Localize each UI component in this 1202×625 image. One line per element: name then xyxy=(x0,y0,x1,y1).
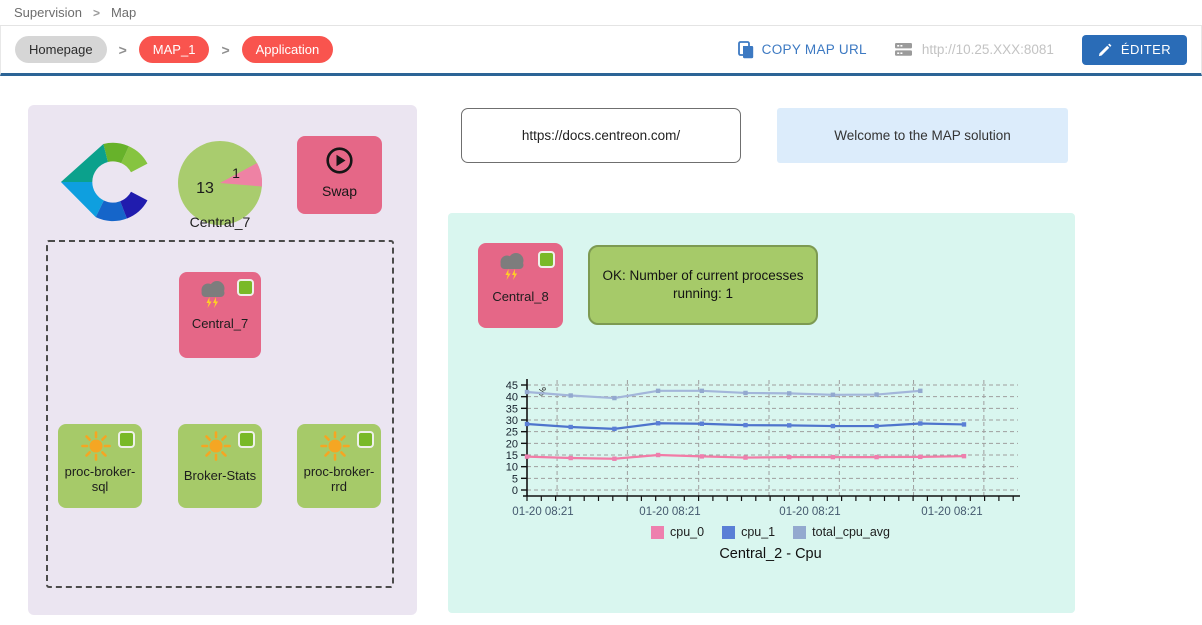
svg-text:%: % xyxy=(536,387,547,396)
edit-button-label: ÉDITER xyxy=(1121,42,1171,57)
legend-label: total_cpu_avg xyxy=(812,525,890,539)
svg-text:35: 35 xyxy=(506,403,518,415)
copy-map-url-button[interactable]: COPY MAP URL xyxy=(738,41,867,59)
svg-text:30: 30 xyxy=(506,415,518,427)
node-central-7[interactable]: Central_7 xyxy=(179,272,261,358)
chevron-right-icon: > xyxy=(119,42,127,58)
node-label: proc-broker-rrd xyxy=(297,464,381,495)
storm-cloud-icon xyxy=(496,251,530,288)
node-label: Central_7 xyxy=(179,316,261,331)
storm-cloud-icon xyxy=(197,279,231,316)
chart-legend: cpu_0 cpu_1 total_cpu_avg xyxy=(498,525,1043,539)
svg-text:01-20 08:21: 01-20 08:21 xyxy=(512,506,573,518)
map-toolbar: Homepage > MAP_1 > Application COPY MAP … xyxy=(0,26,1202,76)
sun-icon xyxy=(80,430,112,467)
gauge-label: Central_7 xyxy=(160,214,280,230)
status-square xyxy=(357,431,374,448)
gauge-problem-count: 1 xyxy=(232,165,240,181)
gauge-ok-count: 13 xyxy=(196,180,214,197)
legend-item: cpu_0 xyxy=(651,525,704,539)
node-proc-broker-sql[interactable]: proc-broker-sql xyxy=(58,424,142,508)
left-map-panel: 13 1 Central_7 Swap xyxy=(28,105,417,615)
copy-map-url-label: COPY MAP URL xyxy=(762,42,867,57)
svg-text:40: 40 xyxy=(506,392,518,404)
svg-text:01-20 08:21: 01-20 08:21 xyxy=(639,506,700,518)
legend-swatch-cpu-0 xyxy=(651,526,664,539)
svg-text:45: 45 xyxy=(506,380,518,392)
path-chip-application[interactable]: Application xyxy=(242,36,334,63)
legend-item: total_cpu_avg xyxy=(793,525,890,539)
node-label: Central_8 xyxy=(478,289,563,304)
node-label: Swap xyxy=(297,183,382,199)
centreon-map-page: Supervision > Map Homepage > MAP_1 > App… xyxy=(0,0,1202,625)
legend-swatch-cpu-1 xyxy=(722,526,735,539)
centreon-logo xyxy=(58,133,156,236)
status-square xyxy=(238,431,255,448)
pencil-icon xyxy=(1098,43,1112,57)
status-text-widget: OK: Number of current processes running:… xyxy=(588,245,818,325)
path-chip-homepage[interactable]: Homepage xyxy=(15,36,107,63)
svg-text:25: 25 xyxy=(506,427,518,439)
chevron-right-icon: > xyxy=(221,42,229,58)
welcome-widget: Welcome to the MAP solution xyxy=(777,108,1068,163)
node-broker-stats[interactable]: Broker-Stats xyxy=(178,424,262,508)
svg-text:01-20 08:21: 01-20 08:21 xyxy=(779,506,840,518)
server-icon xyxy=(895,42,914,57)
node-label: proc-broker-sql xyxy=(58,464,142,495)
status-square xyxy=(538,251,555,268)
chevron-right-icon: > xyxy=(93,6,100,20)
breadcrumb-section[interactable]: Supervision xyxy=(14,5,82,20)
cpu-chart[interactable]: 051015202530354045% 01-20 08:21 01-20 08:2… xyxy=(484,375,1029,525)
legend-label: cpu_0 xyxy=(670,525,704,539)
sun-icon xyxy=(319,430,351,467)
legend-label: cpu_1 xyxy=(741,525,775,539)
breadcrumb: Supervision > Map xyxy=(0,0,1202,26)
doc-link-widget[interactable]: https://docs.centreon.com/ xyxy=(461,108,741,163)
status-square xyxy=(118,431,135,448)
node-central-8[interactable]: Central_8 xyxy=(478,243,563,328)
svg-text:15: 15 xyxy=(506,450,518,462)
svg-text:20: 20 xyxy=(506,438,518,450)
svg-text:10: 10 xyxy=(506,462,518,474)
path-chip-map-1[interactable]: MAP_1 xyxy=(139,36,210,63)
node-swap[interactable]: Swap xyxy=(297,136,382,214)
breadcrumb-page: Map xyxy=(111,5,136,20)
svg-text:01-20 08:21: 01-20 08:21 xyxy=(921,506,982,518)
right-map-panel: Central_8 OK: Number of current processe… xyxy=(448,213,1075,613)
copy-icon xyxy=(738,41,754,59)
server-url: http://10.25.XXX:8081 xyxy=(895,42,1054,57)
node-proc-broker-rrd[interactable]: proc-broker-rrd xyxy=(297,424,381,508)
node-label: Broker-Stats xyxy=(178,468,262,483)
sun-icon xyxy=(200,430,232,467)
legend-swatch-total-cpu-avg xyxy=(793,526,806,539)
legend-item: cpu_1 xyxy=(722,525,775,539)
status-square xyxy=(237,279,254,296)
server-url-text: http://10.25.XXX:8081 xyxy=(922,42,1054,57)
edit-button[interactable]: ÉDITER xyxy=(1082,35,1187,65)
svg-text:5: 5 xyxy=(512,473,518,485)
play-circle-icon xyxy=(325,146,354,180)
svg-text:0: 0 xyxy=(512,485,518,497)
chart-title: Central_2 - Cpu xyxy=(498,546,1043,562)
